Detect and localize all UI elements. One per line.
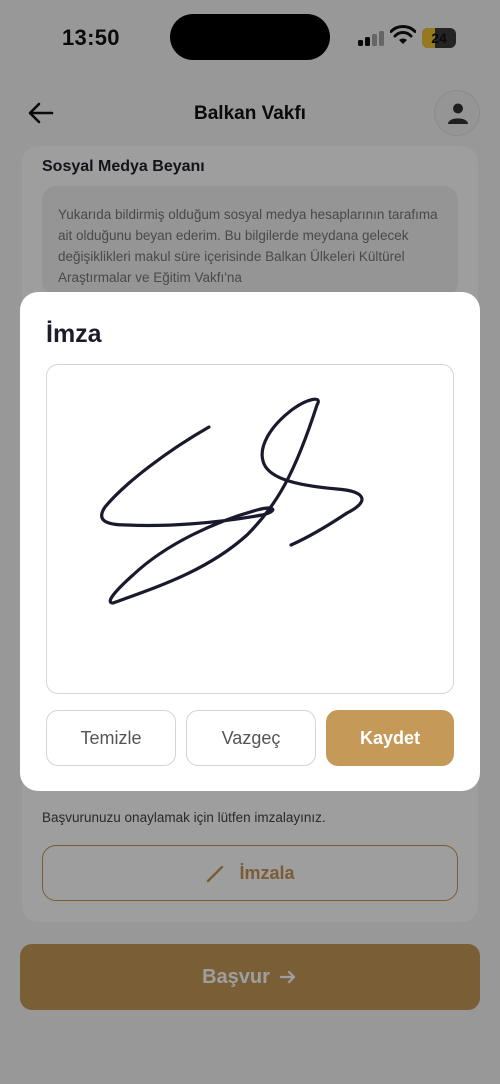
signature-modal: İmza Temizle Vazgeç Kaydet xyxy=(20,292,480,791)
modal-title: İmza xyxy=(46,320,102,348)
signature-drawing xyxy=(100,397,364,605)
clear-button[interactable]: Temizle xyxy=(46,710,176,766)
cancel-button[interactable]: Vazgeç xyxy=(186,710,316,766)
screen: 13:50 24 Balkan Vakfı Sosyal Medya Beyan… xyxy=(0,0,500,1084)
signature-pad[interactable] xyxy=(46,364,454,694)
save-button[interactable]: Kaydet xyxy=(326,710,454,766)
